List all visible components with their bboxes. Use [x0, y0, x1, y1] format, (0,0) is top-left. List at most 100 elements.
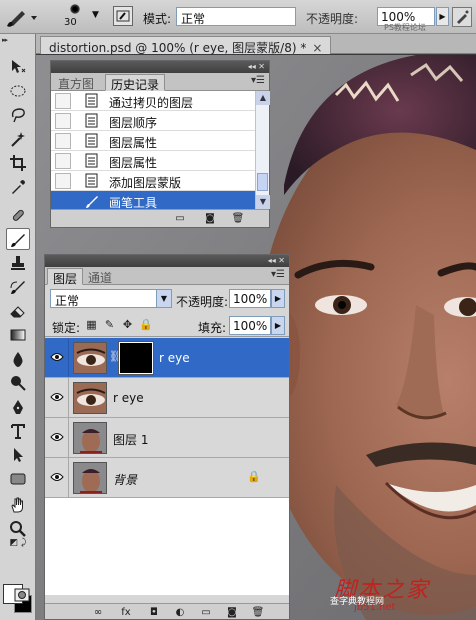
history-source-checkbox[interactable] — [55, 93, 71, 109]
opacity-slider-arrow-icon[interactable]: ▶ — [271, 289, 285, 308]
quick-mask-icon[interactable] — [10, 584, 34, 606]
pen-tool-icon[interactable] — [6, 396, 30, 418]
document-icon — [85, 113, 98, 128]
visibility-eye-icon[interactable] — [45, 338, 69, 377]
lock-position-icon[interactable]: ✥ — [121, 318, 134, 331]
lasso-tool-icon[interactable] — [6, 104, 30, 126]
history-state-item[interactable]: 图层属性 — [51, 131, 255, 151]
layer-thumbnail[interactable] — [73, 462, 107, 494]
history-state-item[interactable]: 通过拷贝的图层 — [51, 91, 255, 111]
gradient-tool-icon[interactable] — [6, 324, 30, 346]
move-tool-icon[interactable] — [6, 56, 30, 78]
layer-thumbnail[interactable] — [73, 342, 107, 374]
history-source-checkbox[interactable] — [55, 133, 71, 149]
toolbox-collapse-icon[interactable]: ▸▸ — [2, 36, 34, 44]
document-tab[interactable]: distortion.psd @ 100% (r eye, 图层蒙版/8) * × — [40, 36, 332, 55]
type-tool-icon[interactable] — [6, 420, 30, 442]
eraser-tool-icon[interactable] — [6, 300, 30, 322]
chevron-down-icon[interactable]: ▼ — [156, 290, 171, 307]
layer-name[interactable]: 图层 1 — [113, 431, 148, 448]
close-icon[interactable]: × — [312, 41, 322, 55]
mode-select[interactable]: 正常 — [176, 7, 296, 26]
layer-thumbnail[interactable] — [73, 382, 107, 414]
scroll-down-icon[interactable]: ▼ — [256, 195, 270, 209]
new-layer-icon[interactable]: ◙ — [225, 607, 239, 619]
history-state-item[interactable]: 添加图层蒙版 — [51, 171, 255, 191]
layers-panel-tabs: 图层 通道 ▾☰ — [45, 267, 289, 286]
panel-collapse-icon[interactable]: ◂◂ ✕ — [248, 61, 265, 73]
clone-stamp-tool-icon[interactable] — [6, 252, 30, 274]
scroll-thumb[interactable] — [257, 173, 268, 191]
history-state-item[interactable]: 图层属性 — [51, 151, 255, 171]
document-icon — [85, 173, 98, 188]
default-colors-icon[interactable]: ◩ ⤸ — [6, 536, 30, 550]
layer-row[interactable]: 背景 🔒 — [45, 458, 289, 498]
layer-row[interactable]: 图层 1 — [45, 418, 289, 458]
panel-collapse-icon[interactable]: ◂◂ ✕ — [268, 255, 285, 267]
tab-histogram[interactable]: 直方图 — [53, 74, 99, 91]
path-selection-tool-icon[interactable] — [6, 444, 30, 466]
add-mask-icon[interactable]: ◘ — [147, 607, 161, 619]
layer-row[interactable]: ⛓ r eye — [45, 338, 289, 378]
trash-icon[interactable]: 🗑 — [251, 607, 265, 619]
blur-tool-icon[interactable] — [6, 348, 30, 370]
layer-mask-thumbnail[interactable] — [118, 341, 154, 375]
history-scrollbar[interactable]: ▲ ▼ — [255, 91, 270, 209]
panel-menu-icon[interactable]: ▾☰ — [251, 75, 265, 86]
healing-brush-tool-icon[interactable] — [6, 204, 30, 226]
lock-label: 锁定: — [52, 321, 81, 335]
history-brush-tool-icon[interactable] — [6, 276, 30, 298]
history-state-item[interactable]: 画笔工具 — [51, 191, 255, 209]
history-state-item[interactable]: 图层顺序 — [51, 111, 255, 131]
adjustment-layer-icon[interactable]: ◐ — [173, 607, 187, 619]
lock-image-pixels-icon[interactable]: ✎ — [103, 318, 116, 331]
history-panel-titlebar[interactable]: ◂◂ ✕ — [51, 61, 269, 73]
scroll-up-icon[interactable]: ▲ — [256, 91, 270, 105]
brush-picker-chevron-icon[interactable]: ▼ — [92, 10, 99, 20]
magic-wand-tool-icon[interactable] — [6, 128, 30, 150]
history-state-label: 通过拷贝的图层 — [109, 96, 194, 110]
layer-list: ⛓ r eye r eye 图层 1 背景 🔒 — [45, 338, 289, 595]
blend-mode-select[interactable]: 正常 ▼ — [50, 289, 172, 308]
dodge-tool-icon[interactable] — [6, 372, 30, 394]
brush-preview-icon[interactable] — [70, 4, 80, 14]
visibility-eye-icon[interactable] — [45, 378, 69, 417]
tab-channels[interactable]: 通道 — [83, 268, 117, 285]
visibility-eye-icon[interactable] — [45, 458, 69, 497]
layer-opacity-field[interactable]: 100% — [229, 289, 271, 308]
history-source-checkbox[interactable] — [55, 113, 71, 129]
brush-tool-preset-picker[interactable] — [4, 5, 40, 29]
shape-tool-icon[interactable] — [6, 468, 30, 490]
layer-thumbnail[interactable] — [73, 422, 107, 454]
brush-panel-toggle-button[interactable] — [113, 6, 133, 26]
history-panel-tabs: 直方图 历史记录 ▾☰ — [51, 73, 269, 92]
panel-menu-icon[interactable]: ▾☰ — [271, 269, 285, 280]
history-source-checkbox[interactable] — [55, 153, 71, 169]
history-source-checkbox[interactable] — [55, 173, 71, 189]
fill-slider-arrow-icon[interactable]: ▶ — [271, 316, 285, 335]
layer-name[interactable]: r eye — [159, 351, 190, 365]
marquee-tool-icon[interactable] — [6, 80, 30, 102]
crop-tool-icon[interactable] — [6, 152, 30, 174]
eyedropper-tool-icon[interactable] — [6, 176, 30, 198]
history-source-checkbox[interactable] — [55, 193, 71, 209]
link-layers-icon[interactable]: ∞ — [91, 607, 105, 619]
new-document-from-state-icon[interactable]: ▭ — [173, 213, 187, 225]
layer-style-icon[interactable]: fx — [119, 607, 133, 619]
new-group-icon[interactable]: ▭ — [199, 607, 213, 619]
layer-name[interactable]: 背景 — [113, 471, 137, 488]
layer-row[interactable]: r eye — [45, 378, 289, 418]
tab-layers[interactable]: 图层 — [47, 268, 84, 286]
lock-all-icon[interactable]: 🔒 — [139, 318, 153, 331]
history-panel-footer: ▭ ◙ 🗑 — [51, 209, 269, 227]
tab-history[interactable]: 历史记录 — [105, 74, 166, 92]
new-snapshot-icon[interactable]: ◙ — [203, 213, 217, 225]
fill-field[interactable]: 100% — [229, 316, 271, 335]
hand-tool-icon[interactable] — [6, 494, 30, 516]
layers-panel-titlebar[interactable]: ◂◂ ✕ — [45, 255, 289, 267]
brush-tool-icon[interactable] — [6, 228, 30, 250]
trash-icon[interactable]: 🗑 — [231, 213, 245, 225]
lock-transparent-pixels-icon[interactable]: ▦ — [85, 318, 98, 331]
visibility-eye-icon[interactable] — [45, 418, 69, 457]
layer-name[interactable]: r eye — [113, 391, 144, 405]
